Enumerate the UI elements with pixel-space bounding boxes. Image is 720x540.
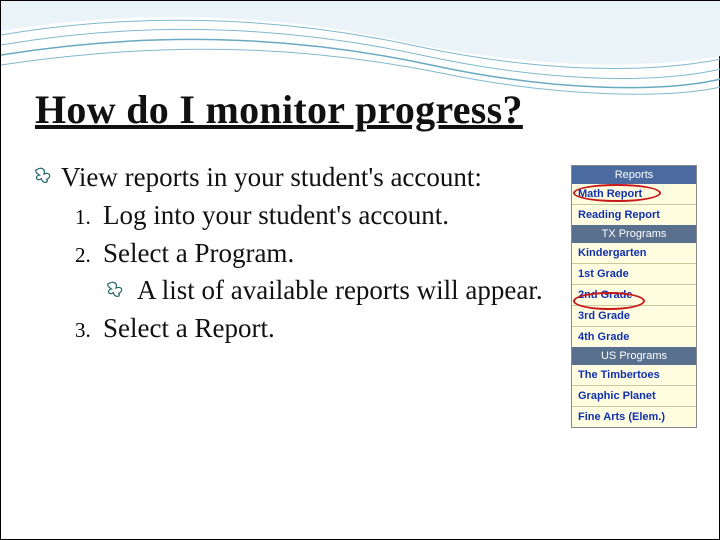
bullet-icon <box>35 161 61 184</box>
sidebar-item-timbertoes[interactable]: The Timbertoes <box>572 365 696 386</box>
sidebar-item-4th-grade[interactable]: 4th Grade <box>572 327 696 347</box>
sidebar-header-tx: TX Programs <box>572 225 696 243</box>
step-text: Select a Program. <box>103 237 294 271</box>
substep-text: A list of available reports will appear. <box>137 274 543 308</box>
sidebar-item-reading-report[interactable]: Reading Report <box>572 205 696 225</box>
bullet-icon <box>107 274 137 298</box>
sidebar-item-2nd-grade[interactable]: 2nd Grade <box>572 285 696 306</box>
body-text: View reports in your student's account: … <box>35 161 571 350</box>
sidebar-item-kindergarten[interactable]: Kindergarten <box>572 243 696 264</box>
lead-text: View reports in your student's account: <box>61 161 482 195</box>
sidebar-item-fine-arts[interactable]: Fine Arts (Elem.) <box>572 407 696 427</box>
step-number: 3. <box>75 312 103 343</box>
sidebar-header-reports: Reports <box>572 166 696 184</box>
sidebar-header-us: US Programs <box>572 347 696 365</box>
step-number: 1. <box>75 199 103 230</box>
sidebar-item-graphic-planet[interactable]: Graphic Planet <box>572 386 696 407</box>
slide-title: How do I monitor progress? <box>35 86 697 133</box>
step-text: Select a Report. <box>103 312 275 346</box>
sidebar-item-3rd-grade[interactable]: 3rd Grade <box>572 306 696 327</box>
reports-sidebar: Reports Math Report Reading Report TX Pr… <box>571 165 697 428</box>
sidebar-item-1st-grade[interactable]: 1st Grade <box>572 264 696 285</box>
step-number: 2. <box>75 237 103 268</box>
sidebar-item-math-report[interactable]: Math Report <box>572 184 696 205</box>
step-text: Log into your student's account. <box>103 199 449 233</box>
